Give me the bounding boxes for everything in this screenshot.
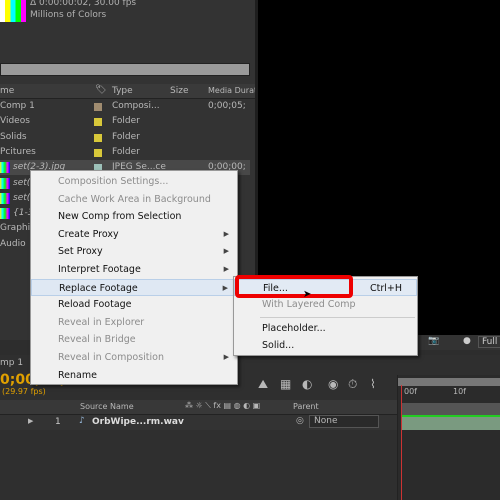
- submenu-arrow-icon: ▶: [222, 283, 228, 292]
- menu-item-label: Set Proxy: [58, 246, 103, 258]
- mouse-cursor-icon: ➤: [303, 289, 312, 300]
- item-name: Audio: [0, 238, 26, 249]
- layer-duration-bar[interactable]: [402, 417, 500, 430]
- menu-separator: [260, 317, 415, 318]
- frame-blending-icon[interactable]: ▦: [280, 377, 291, 391]
- draft-3d-icon[interactable]: ⛰: [258, 377, 268, 392]
- item-type: Folder: [112, 131, 140, 142]
- menu-item-label: Reveal in Composition: [58, 352, 164, 363]
- item-name: set(: [13, 177, 31, 188]
- menu-item-label: Reload Footage: [58, 299, 132, 311]
- item-type: Folder: [112, 116, 140, 127]
- col-name[interactable]: me: [0, 86, 14, 96]
- footage-thumbnail: [0, 0, 26, 22]
- menu-item-cache-work-area-in-background[interactable]: Cache Work Area in Background: [31, 191, 237, 208]
- brainstorm-icon[interactable]: ◉: [328, 377, 338, 391]
- col-type[interactable]: Type: [112, 86, 133, 96]
- footage-info: Δ 0:00:00:02, 30.00 fps: [30, 0, 137, 8]
- menu-item-set-proxy[interactable]: Set Proxy ▶: [31, 243, 237, 260]
- menu-item-label: Interpret Footage: [58, 264, 141, 275]
- motion-blur-icon[interactable]: ◐: [302, 377, 312, 391]
- item-name: Pcitures: [0, 146, 36, 157]
- stopwatch-icon[interactable]: ⏱: [348, 377, 357, 392]
- ruler-tick-10: 10f: [453, 387, 466, 396]
- audio-file-icon: ♪: [79, 416, 85, 426]
- label-color-swatch[interactable]: [94, 148, 102, 157]
- project-item[interactable]: Solids Folder: [0, 130, 250, 145]
- item-name: Comp 1: [0, 101, 35, 111]
- menu-item-solid[interactable]: Solid...: [234, 337, 417, 354]
- menu-item-replace-footage[interactable]: Replace Footage ▶: [31, 278, 237, 296]
- layer-column-header: Source Name ⁂ ☼ ⟍ fx ▤ ◍ ◐ ▣ Parent: [0, 400, 397, 415]
- menu-item-label: New Comp from Selection: [58, 211, 182, 223]
- menu-item-label: Composition Settings...: [58, 176, 169, 187]
- menu-item-label: Rename: [58, 369, 97, 381]
- project-item[interactable]: Pcitures Folder: [0, 145, 250, 160]
- project-item[interactable]: Videos Folder: [0, 114, 250, 129]
- item-name: set(: [13, 192, 31, 203]
- menu-item-reload-footage[interactable]: Reload Footage: [31, 296, 237, 313]
- menu-item-label: Reveal in Bridge: [58, 334, 136, 346]
- menu-item-reveal-in-composition[interactable]: Reveal in Composition ▶: [31, 349, 237, 366]
- menu-item-with-layered-comp[interactable]: With Layered Comp: [234, 296, 417, 313]
- submenu-arrow-icon: ▶: [223, 247, 229, 256]
- label-color-swatch[interactable]: [94, 118, 102, 127]
- switches-icons: ⁂ ☼ ⟍ fx ▤ ◍ ◐ ▣: [185, 401, 261, 410]
- highlight-annotation: [235, 275, 353, 298]
- footage-icon: [0, 177, 10, 189]
- footage-color-depth: Millions of Colors: [30, 10, 107, 20]
- label-tag-icon[interactable]: 🏷: [95, 85, 106, 95]
- resolution-select[interactable]: Full: [478, 336, 500, 348]
- expand-arrow-icon[interactable]: ▶: [28, 417, 33, 425]
- channel-icon[interactable]: ●: [463, 336, 471, 346]
- submenu-arrow-icon: ▶: [223, 229, 229, 238]
- project-search-bar[interactable]: [0, 63, 250, 76]
- menu-item-new-comp-from-selection[interactable]: New Comp from Selection: [31, 208, 237, 225]
- menu-item-composition-settings[interactable]: Composition Settings...: [31, 173, 237, 190]
- project-item[interactable]: Comp 1 Composi... 0;00;05;: [0, 99, 250, 114]
- project-column-header: me 🏷 Type Size Media Duration: [0, 84, 269, 99]
- graph-editor-icon[interactable]: ⌇: [370, 377, 376, 391]
- item-name: Videos: [0, 116, 30, 127]
- submenu-arrow-icon: ▶: [223, 353, 229, 361]
- menu-item-create-proxy[interactable]: Create Proxy ▶: [31, 226, 237, 243]
- time-ruler-area[interactable]: 00f 10f: [397, 375, 500, 500]
- work-area-bar[interactable]: [398, 378, 500, 386]
- menu-item-reveal-in-explorer[interactable]: Reveal in Explorer: [31, 314, 237, 331]
- menu-item-interpret-footage[interactable]: Interpret Footage ▶: [31, 261, 237, 278]
- layer-name[interactable]: OrbWipe...rm.wav: [92, 417, 184, 427]
- footage-icon: [0, 192, 10, 204]
- comp-bar: [402, 403, 500, 415]
- col-source-name[interactable]: Source Name: [80, 402, 134, 411]
- pickwhip-icon[interactable]: ◎: [296, 416, 304, 426]
- ruler-tick-0: 00f: [404, 387, 417, 396]
- menu-item-label: Replace Footage: [59, 282, 138, 294]
- menu-item-label: Reveal in Explorer: [58, 316, 145, 328]
- menu-item-label: Create Proxy: [58, 228, 119, 240]
- label-color-swatch[interactable]: [94, 103, 102, 111]
- footage-icon: [0, 162, 10, 174]
- label-color-swatch[interactable]: [94, 133, 102, 142]
- context-menu: Composition Settings... Cache Work Area i…: [30, 170, 238, 385]
- submenu-arrow-icon: ▶: [223, 265, 229, 273]
- fps-display: (29.97 fps): [2, 387, 46, 396]
- layer-index: 1: [55, 417, 61, 427]
- playhead[interactable]: [401, 385, 402, 500]
- layer-row[interactable]: ▶ 1 ♪ OrbWipe...rm.wav ◎ None: [0, 415, 397, 430]
- footage-icon: [0, 208, 10, 220]
- col-parent[interactable]: Parent: [293, 402, 319, 411]
- snapshot-icon[interactable]: 📷: [428, 336, 439, 346]
- col-size[interactable]: Size: [170, 86, 188, 96]
- menu-item-label: Cache Work Area in Background: [58, 193, 211, 205]
- item-name: Solids: [0, 131, 27, 142]
- menu-item-reveal-in-bridge[interactable]: Reveal in Bridge: [31, 331, 237, 348]
- timeline-tab[interactable]: mp 1: [0, 358, 23, 368]
- file-shortcut: Ctrl+H: [369, 283, 402, 294]
- menu-item-rename[interactable]: Rename: [31, 367, 237, 384]
- item-type: Folder: [112, 146, 140, 157]
- item-type: Composi...: [112, 101, 160, 111]
- parent-select[interactable]: None: [309, 415, 379, 428]
- item-duration: 0;00;05;: [208, 101, 246, 111]
- menu-item-placeholder[interactable]: Placeholder...: [234, 320, 417, 337]
